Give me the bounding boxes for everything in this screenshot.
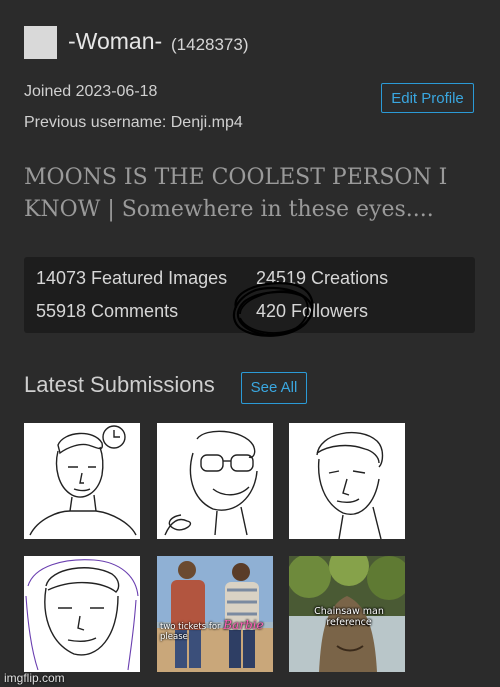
submission-thumbnail-6[interactable]: Chainsaw man reference [289,556,405,672]
comments-stat[interactable]: 55918 Comments [36,301,178,322]
featured-images-stat[interactable]: 14073 Featured Images [36,268,227,289]
see-all-button[interactable]: See All [241,372,307,404]
imgflip-watermark: imgflip.com [4,671,65,685]
sketch-face-image [24,556,140,672]
submission-thumbnail-1[interactable] [24,423,140,539]
avatar[interactable] [24,26,57,59]
user-id: (1428373) [171,35,249,54]
latest-submissions-heading: Latest Submissions [24,372,215,397]
previous-username: Previous username: Denji.mp4 [24,114,243,131]
submission-thumbnail-4[interactable] [24,556,140,672]
meme-caption: Chainsaw man reference [314,606,384,628]
barbie-meme-image [157,556,273,672]
submission-thumbnail-3[interactable] [289,423,405,539]
edit-profile-button[interactable]: Edit Profile [381,83,474,113]
joined-date: Joined 2023-06-18 [24,83,158,100]
submission-thumbnail-2[interactable] [157,423,273,539]
sketch-man-image [289,423,405,539]
sketch-portrait-image [24,423,140,539]
meme-caption: two tickets for Barbie please [160,618,264,642]
scribble-circle-marking [232,282,314,337]
sketch-glasses-image [157,423,273,539]
submission-thumbnail-5[interactable]: two tickets for Barbie please [157,556,273,672]
username: -Woman- [68,28,163,54]
profile-bio: MOONS IS THE COOLEST PERSON I KNOW | Som… [24,165,448,222]
